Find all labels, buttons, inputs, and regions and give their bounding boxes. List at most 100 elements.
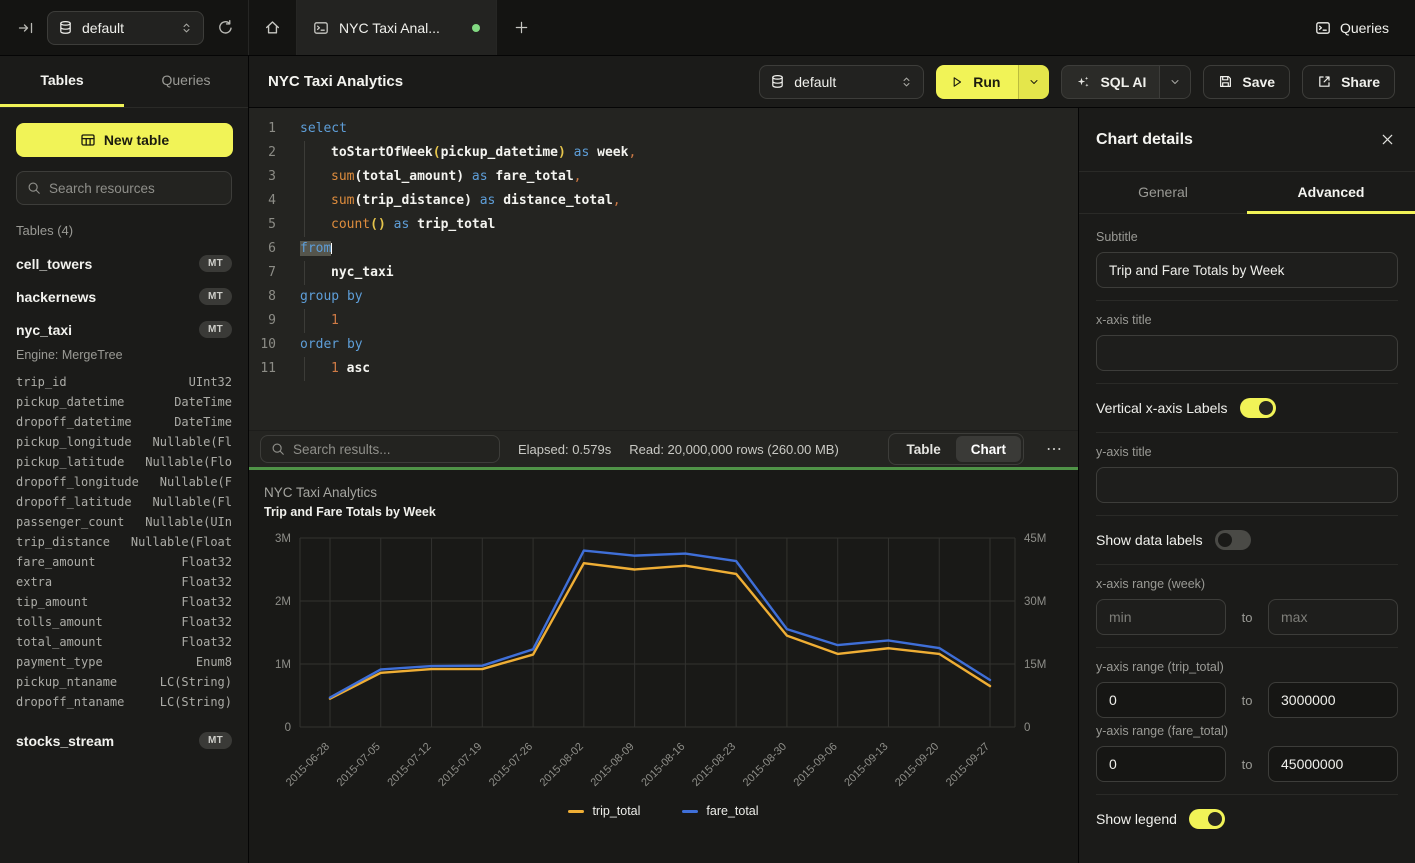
save-button[interactable]: Save — [1203, 65, 1290, 99]
code-token: group by — [300, 289, 363, 304]
code-line: 4sum(trip_distance) as distance_total, — [249, 189, 1078, 213]
to-label: to — [1242, 693, 1253, 708]
divider — [1096, 300, 1398, 301]
new-tab-button[interactable] — [497, 0, 545, 55]
results-search[interactable] — [260, 435, 500, 463]
table-row[interactable]: nyc_taxiMT — [0, 313, 248, 346]
column-name: fare_amount — [16, 555, 95, 569]
code-token: ) — [464, 193, 472, 208]
table-row[interactable]: cell_towersMT — [0, 247, 248, 280]
results-toolbar: Elapsed: 0.579s Read: 20,000,000 rows (2… — [249, 430, 1078, 467]
show-legend-toggle[interactable] — [1189, 809, 1225, 829]
home-button[interactable] — [249, 0, 297, 55]
collapse-sidebar-icon[interactable] — [18, 20, 34, 36]
queries-button[interactable]: Queries — [1315, 20, 1389, 36]
column-type: Nullable(Flo — [145, 455, 232, 469]
code-token — [589, 145, 597, 160]
code-token: 1 — [331, 361, 339, 376]
divider — [1096, 564, 1398, 565]
sidebar-search[interactable] — [16, 171, 232, 205]
run-database-selector[interactable]: default — [759, 65, 924, 99]
database-selector[interactable]: default — [47, 11, 204, 45]
read-stats: Read: 20,000,000 rows (260.00 MB) — [629, 442, 839, 457]
tab-nyc-taxi-analytics[interactable]: NYC Taxi Anal... — [297, 0, 497, 55]
code-content: 1 asc — [290, 357, 370, 381]
sidebar-tab-tables[interactable]: Tables — [0, 56, 124, 107]
run-button-label: Run — [973, 74, 1000, 90]
code-token: from — [300, 241, 331, 256]
code-content: count() as trip_total — [290, 213, 495, 237]
table-row[interactable]: stocks_stream MT — [0, 724, 248, 757]
yaxis-range-trip-label: y-axis range (trip_total) — [1096, 660, 1398, 674]
line-number: 8 — [249, 285, 290, 309]
xaxis-title-input[interactable] — [1096, 335, 1398, 371]
column-row: trip_idUInt32 — [0, 372, 248, 392]
results-search-input[interactable] — [293, 442, 489, 457]
xaxis-range-max-input[interactable] — [1268, 599, 1398, 635]
left-axis-tick: 0 — [285, 722, 291, 734]
run-button[interactable]: Run — [936, 65, 1049, 99]
database-icon — [770, 74, 785, 89]
sidebar-tabs: Tables Queries — [0, 56, 248, 108]
code-token — [409, 217, 417, 232]
column-name: dropoff_datetime — [16, 415, 132, 429]
query-header-actions: default Run SQL AI — [759, 65, 1395, 99]
legend-label: trip_total — [592, 804, 640, 818]
legend-item-trip_total[interactable]: trip_total — [568, 804, 640, 818]
chart-details-panel: Chart details General Advanced Subtitle … — [1078, 108, 1415, 863]
subtitle-input[interactable] — [1096, 252, 1398, 288]
sql-ai-button[interactable]: SQL AI — [1061, 65, 1191, 99]
table-name: stocks_stream — [16, 733, 114, 749]
yaxis-range-fare-min-input[interactable] — [1096, 746, 1226, 782]
terminal-icon — [1315, 20, 1331, 36]
code-content: 1 — [290, 309, 339, 333]
code-token: distance_total — [503, 193, 613, 208]
run-options-caret[interactable] — [1018, 65, 1049, 99]
yaxis-range-trip-max-input[interactable] — [1268, 682, 1398, 718]
x-axis-label: 2015-08-23 — [690, 741, 738, 789]
engine-badge: MT — [199, 288, 232, 305]
x-axis-label: 2015-07-19 — [436, 741, 484, 789]
code-token: as — [472, 169, 488, 184]
sidebar-search-input[interactable] — [49, 181, 221, 196]
panel-title: Chart details — [1096, 131, 1193, 149]
code-token: count — [331, 217, 370, 232]
refresh-icon[interactable] — [217, 19, 234, 36]
column-row: passenger_countNullable(UIn — [0, 512, 248, 532]
share-button[interactable]: Share — [1302, 65, 1395, 99]
yaxis-range-trip-min-input[interactable] — [1096, 682, 1226, 718]
sidebar-tab-queries[interactable]: Queries — [124, 56, 248, 107]
table-row[interactable]: hackernewsMT — [0, 280, 248, 313]
subtitle-label: Subtitle — [1096, 230, 1398, 244]
view-toggle-chart[interactable]: Chart — [956, 436, 1021, 462]
yaxis-title-input[interactable] — [1096, 467, 1398, 503]
engine-badge: MT — [199, 732, 232, 749]
yaxis-range-trip-row: to — [1096, 682, 1398, 718]
panel-tab-advanced[interactable]: Advanced — [1247, 172, 1415, 214]
x-axis-label: 2015-08-02 — [538, 741, 586, 789]
code-line: 1select — [249, 117, 1078, 141]
view-toggle: TableChart — [888, 433, 1024, 465]
left-axis-tick: 1M — [275, 659, 291, 671]
panel-tab-general[interactable]: General — [1079, 172, 1247, 214]
yaxis-range-fare-max-input[interactable] — [1268, 746, 1398, 782]
show-data-labels-toggle[interactable] — [1215, 530, 1251, 550]
sql-ai-caret[interactable] — [1159, 66, 1190, 98]
column-type: UInt32 — [189, 375, 232, 389]
code-line: 3sum(total_amount) as fare_total, — [249, 165, 1078, 189]
new-table-button[interactable]: New table — [16, 123, 233, 157]
elapsed-time: Elapsed: 0.579s — [518, 442, 611, 457]
x-axis-label: 2015-09-27 — [944, 741, 992, 789]
sql-editor[interactable]: 1select2toStartOfWeek(pickup_datetime) a… — [249, 108, 1078, 430]
center-column: 1select2toStartOfWeek(pickup_datetime) a… — [249, 108, 1078, 863]
to-label: to — [1242, 757, 1253, 772]
panel-body: Subtitle x-axis title Vertical x-axis La… — [1079, 214, 1415, 863]
more-options-icon[interactable]: ⋯ — [1042, 439, 1067, 459]
close-icon[interactable] — [1380, 132, 1395, 147]
legend-item-fare_total[interactable]: fare_total — [682, 804, 758, 818]
vertical-xaxis-labels-toggle[interactable] — [1240, 398, 1276, 418]
code-line: 7nyc_taxi — [249, 261, 1078, 285]
column-row: pickup_ntanameLC(String) — [0, 672, 248, 692]
view-toggle-table[interactable]: Table — [891, 436, 955, 462]
xaxis-range-min-input[interactable] — [1096, 599, 1226, 635]
